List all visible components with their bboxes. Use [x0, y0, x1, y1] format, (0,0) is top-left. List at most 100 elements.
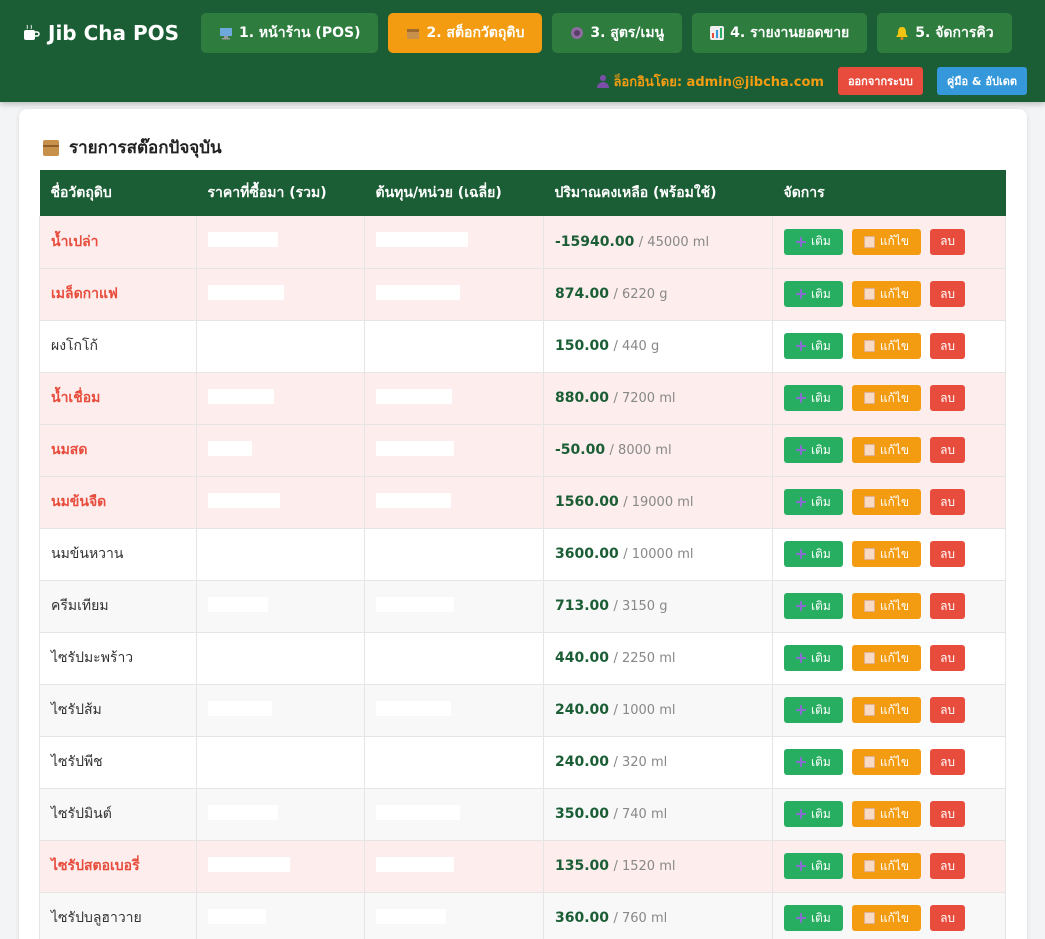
delete-button[interactable]: ลบ [930, 801, 966, 827]
manual-button[interactable]: คู่มือ & อัปเดต [936, 67, 1027, 95]
price-cell [196, 580, 365, 632]
edit-icon [863, 444, 875, 456]
table-row: นมสด -50.00 / 8000 ml เติม แก้ไข ลบ [39, 424, 1006, 476]
bell-icon [896, 27, 909, 40]
edit-button[interactable]: แก้ไข [851, 749, 922, 775]
add-stock-button[interactable]: เติม [784, 749, 843, 775]
actions-cell: เติม แก้ไข ลบ [772, 424, 1006, 476]
quantity-total: / 2250 ml [613, 651, 676, 666]
edit-icon [863, 235, 875, 248]
add-label: เติม [811, 806, 831, 821]
quantity-cell: 440.00 / 2250 ml [543, 632, 773, 684]
edit-button[interactable]: แก้ไข [851, 333, 922, 359]
edit-icon [863, 652, 875, 664]
edit-button[interactable]: แก้ไข [851, 541, 922, 567]
add-stock-button[interactable]: เติม [784, 281, 843, 307]
nav-recipes[interactable]: 3. สูตร/เมนู [552, 13, 683, 53]
delete-button[interactable]: ลบ [930, 645, 966, 671]
quantity-value: 874.00 [555, 286, 610, 302]
nav-queue[interactable]: 5. จัดการคิว [877, 13, 1012, 53]
edit-button[interactable]: แก้ไข [851, 228, 922, 255]
nav-stock[interactable]: 2. สต็อกวัตถุดิบ [388, 13, 543, 53]
edit-button[interactable]: แก้ไข [851, 801, 922, 827]
price-cell [196, 892, 365, 939]
edit-button[interactable]: แก้ไข [851, 905, 922, 931]
delete-button[interactable]: ลบ [930, 333, 966, 359]
add-stock-button[interactable]: เติม [784, 697, 843, 723]
quantity-total: / 440 g [613, 339, 660, 354]
ingredient-name-text: ไซรัปมินต์ [51, 806, 112, 822]
delete-button[interactable]: ลบ [930, 437, 966, 463]
add-stock-button[interactable]: เติม [784, 645, 843, 671]
edit-label: แก้ไข [879, 234, 910, 249]
ingredient-name: ไซรัปบลูฮาวาย [39, 892, 197, 939]
delete-button[interactable]: ลบ [930, 749, 966, 775]
edit-icon [863, 912, 875, 924]
main-nav: 1. หน้าร้าน (POS) 2. สต็อกวัตถุดิบ 3. สู… [201, 13, 1012, 53]
add-stock-button[interactable]: เติม [784, 385, 843, 411]
edit-button[interactable]: แก้ไข [851, 489, 922, 515]
add-stock-button[interactable]: เติม [784, 905, 843, 931]
quantity-value: 240.00 [555, 754, 610, 770]
table-row: นมข้นหวาน 3600.00 / 10000 ml เติม แก้ไข ลบ [39, 528, 1006, 580]
logout-button[interactable]: ออกจากระบบ [837, 67, 923, 95]
row-actions: เติม แก้ไข ลบ [784, 645, 994, 671]
delete-button[interactable]: ลบ [930, 905, 966, 931]
ingredient-name-text: นมข้นหวาน [51, 546, 124, 562]
add-stock-button[interactable]: เติม [784, 593, 843, 619]
unit-cost-cell [364, 580, 544, 632]
stock-card: รายการสต๊อกปัจจุบัน ชื่อวัตถุดิบ ราคาที่… [19, 109, 1027, 939]
edit-button[interactable]: แก้ไข [851, 853, 922, 879]
quantity-cell: 3600.00 / 10000 ml [543, 528, 773, 580]
add-stock-button[interactable]: เติม [784, 541, 843, 567]
add-stock-button[interactable]: เติม [784, 853, 843, 879]
nav-reports[interactable]: 4. รายงานยอดขาย [692, 13, 868, 53]
edit-button[interactable]: แก้ไข [851, 593, 922, 619]
quantity-value: 360.00 [555, 910, 610, 926]
add-stock-button[interactable]: เติม [784, 333, 843, 359]
computer-icon [220, 28, 232, 40]
quantity-cell: 240.00 / 1000 ml [543, 684, 773, 736]
add-label: เติม [811, 546, 831, 561]
edit-button[interactable]: แก้ไข [851, 437, 922, 463]
row-actions: เติม แก้ไข ลบ [784, 749, 994, 775]
delete-button[interactable]: ลบ [930, 853, 966, 879]
quantity-total: / 19000 ml [623, 495, 694, 510]
plus-icon [796, 601, 806, 611]
price-cell [196, 788, 365, 840]
nav-label: 1. หน้าร้าน (POS) [239, 25, 361, 41]
chart-icon [710, 26, 725, 40]
add-stock-button[interactable]: เติม [784, 228, 843, 255]
plus-icon [796, 913, 806, 923]
unit-cost-redacted [376, 804, 460, 820]
quantity-value: 240.00 [555, 702, 610, 718]
actions-cell: เติม แก้ไข ลบ [772, 632, 1006, 684]
quantity-total: / 45000 ml [638, 234, 710, 250]
edit-button[interactable]: แก้ไข [851, 385, 922, 411]
price-redacted [208, 908, 266, 924]
row-actions: เติม แก้ไข ลบ [784, 541, 994, 567]
delete-button[interactable]: ลบ [930, 541, 966, 567]
quantity-cell: 135.00 / 1520 ml [543, 840, 773, 892]
edit-button[interactable]: แก้ไข [851, 697, 922, 723]
quantity-cell: 360.00 / 760 ml [543, 892, 773, 939]
table-row: ไซรัปมินต์ 350.00 / 740 ml เติม แก้ไข ลบ [39, 788, 1006, 840]
add-stock-button[interactable]: เติม [784, 489, 843, 515]
ingredient-name-text: นมข้นจืด [51, 494, 107, 510]
add-stock-button[interactable]: เติม [784, 437, 843, 463]
nav-pos[interactable]: 1. หน้าร้าน (POS) [201, 13, 379, 53]
delete-button[interactable]: ลบ [930, 385, 966, 411]
edit-button[interactable]: แก้ไข [851, 281, 922, 307]
quantity-cell: -15940.00 / 45000 ml [543, 216, 773, 268]
ingredient-name: ครีมเทียม [39, 580, 197, 632]
stock-title-text: รายการสต๊อกปัจจุบัน [69, 138, 222, 158]
delete-button[interactable]: ลบ [930, 489, 966, 515]
delete-button[interactable]: ลบ [930, 281, 966, 307]
edit-button[interactable]: แก้ไข [851, 645, 922, 671]
row-actions: เติม แก้ไข ลบ [784, 489, 994, 515]
delete-button[interactable]: ลบ [930, 228, 966, 255]
quantity-value: 440.00 [555, 650, 610, 666]
add-stock-button[interactable]: เติม [784, 801, 843, 827]
delete-button[interactable]: ลบ [930, 593, 966, 619]
delete-button[interactable]: ลบ [930, 697, 966, 723]
